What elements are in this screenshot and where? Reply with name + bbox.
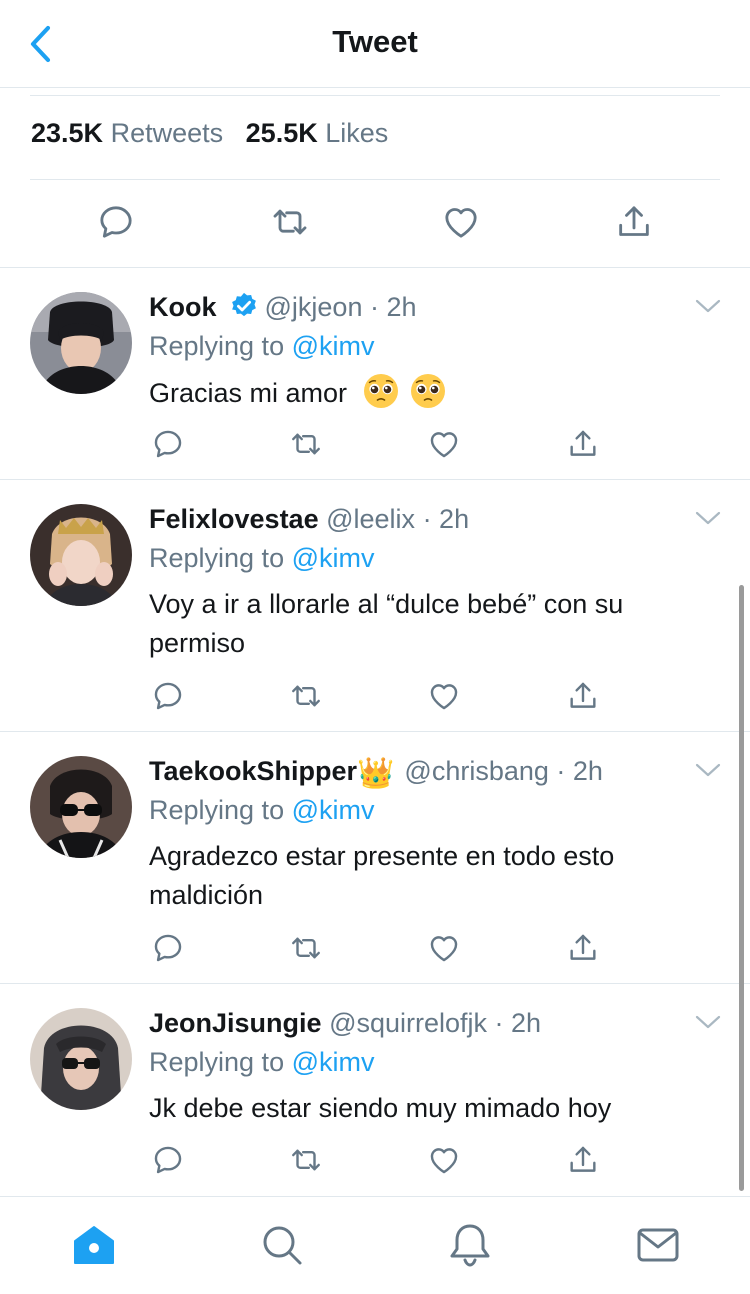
- reply-header: JeonJisungie @squirrelofjk · 2h: [149, 1006, 541, 1040]
- comment-icon[interactable]: [151, 679, 185, 713]
- display-name[interactable]: Felixlovestae: [149, 504, 319, 534]
- comment-icon[interactable]: [96, 202, 136, 242]
- timestamp: · 2h: [422, 504, 470, 534]
- replying-label: Replying to: [149, 543, 285, 573]
- share-icon[interactable]: [566, 427, 600, 461]
- reply-tweet[interactable]: JeonJisungie @squirrelofjk · 2h Replying…: [0, 984, 750, 1196]
- username[interactable]: @chrisbang: [404, 756, 548, 786]
- tweet-action-bar: [0, 180, 750, 268]
- reply-text: Voy a ir a llorarle al “dulce bebé” con …: [149, 589, 624, 658]
- avatar[interactable]: [30, 1008, 132, 1110]
- heart-icon[interactable]: [441, 202, 481, 242]
- divider: [30, 95, 720, 96]
- reply-header: Kook @jkjeon · 2h: [149, 290, 417, 324]
- reply-text: Jk debe estar siendo muy mimado hoy: [149, 1093, 612, 1123]
- share-icon[interactable]: [614, 202, 654, 242]
- timestamp: · 2h: [369, 292, 417, 322]
- mention-link[interactable]: @kimv: [292, 331, 375, 361]
- heart-icon[interactable]: [427, 931, 461, 965]
- likes-label[interactable]: Likes: [325, 118, 388, 148]
- verified-badge-icon: [231, 292, 256, 317]
- username[interactable]: @squirrelofjk: [329, 1008, 487, 1038]
- retweets-label[interactable]: Retweets: [111, 118, 224, 148]
- display-name[interactable]: Kook: [149, 292, 217, 322]
- reply-text: Gracias mi amor: [149, 373, 719, 413]
- mention-link[interactable]: @kimv: [292, 795, 375, 825]
- avatar[interactable]: [30, 504, 132, 606]
- replying-to: Replying to @kimv: [149, 329, 375, 363]
- heart-icon[interactable]: [427, 427, 461, 461]
- display-name[interactable]: JeonJisungie: [149, 1008, 322, 1038]
- retweet-icon[interactable]: [289, 1143, 323, 1177]
- comment-icon[interactable]: [151, 1143, 185, 1177]
- retweet-icon[interactable]: [270, 202, 310, 242]
- reply-tweet[interactable]: Kook @jkjeon · 2h Replying to @kimv Graci…: [0, 268, 750, 480]
- reply-tweet[interactable]: TaekookShipper👑 @chrisbang · 2h Replying …: [0, 732, 750, 984]
- replying-label: Replying to: [149, 331, 285, 361]
- replying-label: Replying to: [149, 795, 285, 825]
- search-icon[interactable]: [258, 1221, 306, 1269]
- chevron-down-icon[interactable]: [694, 760, 722, 780]
- comment-icon[interactable]: [151, 931, 185, 965]
- notifications-icon[interactable]: [446, 1221, 494, 1269]
- retweet-icon[interactable]: [289, 931, 323, 965]
- tweet-stats: 23.5K Retweets 25.5K Likes: [31, 118, 388, 149]
- display-name[interactable]: TaekookShipper: [149, 756, 357, 786]
- mention-link[interactable]: @kimv: [292, 543, 375, 573]
- page-title: Tweet: [332, 24, 418, 59]
- share-icon[interactable]: [566, 679, 600, 713]
- retweet-icon[interactable]: [289, 427, 323, 461]
- mention-link[interactable]: @kimv: [292, 1047, 375, 1077]
- retweets-count[interactable]: 23.5K: [31, 118, 103, 148]
- messages-icon[interactable]: [634, 1221, 682, 1269]
- likes-count[interactable]: 25.5K: [246, 118, 318, 148]
- bottom-tab-bar: [0, 1196, 750, 1294]
- heart-icon[interactable]: [427, 679, 461, 713]
- retweet-icon[interactable]: [289, 679, 323, 713]
- crown-emoji: 👑: [357, 757, 395, 790]
- navigation-header: Tweet: [0, 0, 750, 88]
- replying-label: Replying to: [149, 1047, 285, 1077]
- pleading-face-emoji: [363, 373, 399, 409]
- reply-header: Felixlovestae @leelix · 2h: [149, 502, 469, 536]
- avatar[interactable]: [30, 292, 132, 394]
- reply-text-body: Gracias mi amor: [149, 378, 348, 408]
- share-icon[interactable]: [566, 931, 600, 965]
- timestamp: · 2h: [556, 756, 603, 786]
- home-icon[interactable]: [70, 1221, 118, 1269]
- reply-tweet[interactable]: Felixlovestae @leelix · 2h Replying to @…: [0, 480, 750, 732]
- username[interactable]: @leelix: [326, 504, 415, 534]
- chevron-down-icon[interactable]: [694, 296, 722, 316]
- scrollbar[interactable]: [739, 585, 744, 1191]
- username[interactable]: @jkjeon: [265, 292, 363, 322]
- pleading-face-emoji: [410, 373, 446, 409]
- replying-to: Replying to @kimv: [149, 793, 375, 827]
- replying-to: Replying to @kimv: [149, 541, 375, 575]
- comment-icon[interactable]: [151, 427, 185, 461]
- reply-text: Agradezco estar presente en todo esto ma…: [149, 841, 615, 910]
- replying-to: Replying to @kimv: [149, 1045, 375, 1079]
- share-icon[interactable]: [566, 1143, 600, 1177]
- reply-header: TaekookShipper👑 @chrisbang · 2h: [149, 754, 603, 791]
- chevron-down-icon[interactable]: [694, 508, 722, 528]
- timestamp: · 2h: [494, 1008, 542, 1038]
- avatar[interactable]: [30, 756, 132, 858]
- chevron-down-icon[interactable]: [694, 1012, 722, 1032]
- heart-icon[interactable]: [427, 1143, 461, 1177]
